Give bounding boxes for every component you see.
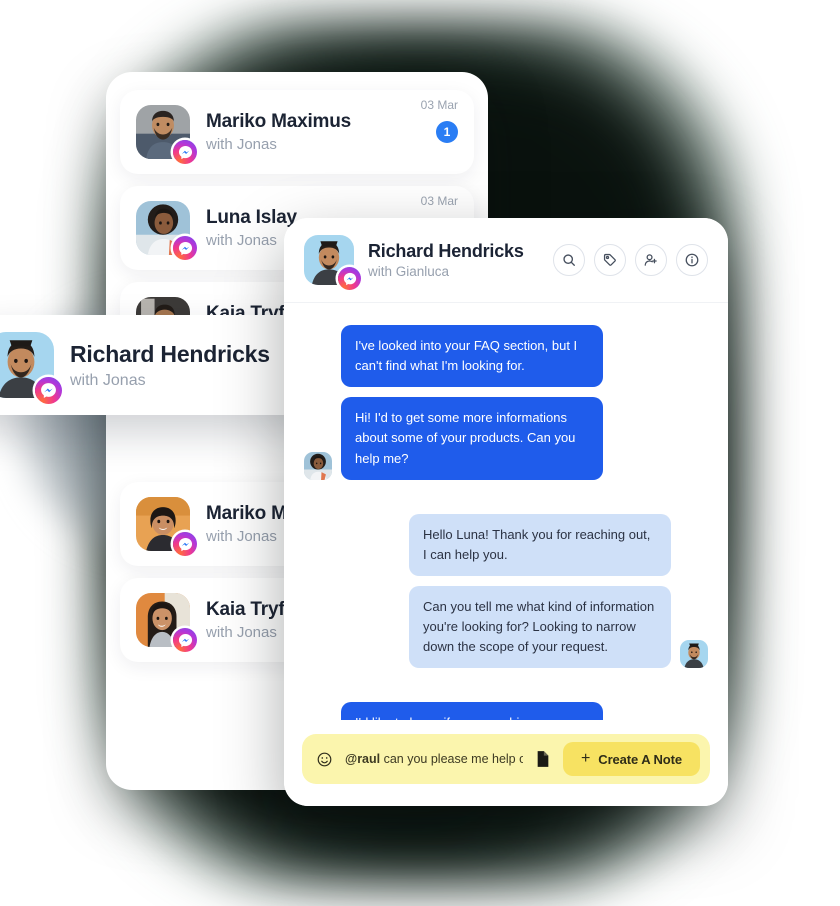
conversation-text: Mariko Maximus with Jonas: [206, 111, 405, 153]
message-bubble-incoming: I'd like to know if you can ship your pr…: [341, 702, 603, 720]
info-icon: [684, 252, 700, 268]
create-note-label: Create A Note: [598, 751, 682, 767]
message-bubble-incoming: I've looked into your FAQ section, but I…: [341, 325, 603, 388]
conversation-list-item[interactable]: Mariko Maximus with Jonas 03 Mar 1: [120, 90, 474, 174]
messenger-icon: [35, 377, 62, 404]
screenshot-stage: Mariko Maximus with Jonas 03 Mar 1 Luna …: [0, 0, 840, 906]
message-avatar: [304, 452, 332, 480]
conversation-name: Mariko Maximus: [206, 111, 352, 132]
message-bubble-incoming: Hi! I'd to get some more informations ab…: [341, 397, 603, 480]
message-bubble-outgoing: Hello Luna! Thank you for reaching out, …: [409, 513, 671, 576]
chat-header: Richard Hendricks with Gianluca: [284, 218, 728, 303]
messenger-icon: [173, 236, 197, 260]
conversation-text: Richard Hendricks with Jonas: [70, 341, 298, 390]
conversation-subtitle: with Jonas: [206, 136, 277, 153]
conversation-date: 03 Mar: [420, 194, 458, 208]
avatar: [136, 497, 197, 556]
avatar: [136, 105, 197, 164]
tag-icon: [602, 252, 618, 268]
add-person-icon: [643, 252, 659, 268]
message-group-gap: [304, 490, 708, 504]
chat-subtitle: with Gianluca: [368, 264, 450, 279]
messenger-icon: [173, 532, 197, 556]
message-list[interactable]: I've looked into your FAQ section, but I…: [284, 303, 728, 720]
chat-title-block: Richard Hendricks with Gianluca: [368, 241, 539, 279]
search-icon: [561, 252, 577, 268]
message-row: Hello Luna! Thank you for reaching out, …: [304, 513, 708, 576]
message-row: I'd like to know if you can ship your pr…: [304, 702, 708, 720]
note-mention: @raul: [345, 752, 381, 766]
conversation-list-item-active[interactable]: Richard Hendricks with Jonas: [0, 315, 318, 415]
info-button[interactable]: [676, 244, 708, 276]
smiley-icon[interactable]: [316, 751, 333, 768]
note-text[interactable]: @raul can you please me help on this?: [345, 752, 523, 766]
avatar: [136, 201, 197, 260]
messenger-icon: [173, 140, 197, 164]
unread-badge: 1: [436, 121, 458, 143]
conversation-name: Richard Hendricks: [70, 340, 270, 367]
page-title: Richard Hendricks: [368, 241, 524, 261]
note-bar[interactable]: @raul can you please me help on this? + …: [302, 734, 710, 784]
header-actions: [553, 244, 708, 276]
tag-button[interactable]: [594, 244, 626, 276]
conversation-date: 03 Mar: [420, 98, 458, 112]
messenger-icon: [338, 267, 361, 290]
conversation-meta: 03 Mar: [421, 186, 458, 208]
document-icon[interactable]: [535, 750, 551, 768]
message-bubble-outgoing: Can you tell me what kind of information…: [409, 585, 671, 669]
note-body: can you please me help on this?: [383, 752, 524, 766]
message-row: Can you tell me what kind of information…: [304, 585, 708, 669]
messenger-icon: [173, 628, 197, 652]
message-row: Hi! I'd to get some more informations ab…: [304, 397, 708, 480]
conversation-subtitle: with Jonas: [70, 371, 146, 389]
message-avatar: [680, 640, 708, 668]
add-person-button[interactable]: [635, 244, 667, 276]
avatar: [0, 332, 62, 404]
chat-panel: Richard Hendricks with Gianluca I've loo…: [284, 218, 728, 806]
search-button[interactable]: [553, 244, 585, 276]
avatar: [136, 593, 197, 652]
message-group-gap: [304, 678, 708, 692]
avatar: [304, 235, 361, 290]
plus-icon: +: [581, 750, 591, 767]
note-area: @raul can you please me help on this? + …: [284, 720, 728, 806]
message-row: I've looked into your FAQ section, but I…: [304, 325, 708, 388]
conversation-meta: 03 Mar 1: [421, 90, 458, 143]
create-note-button[interactable]: + Create A Note: [563, 742, 700, 776]
